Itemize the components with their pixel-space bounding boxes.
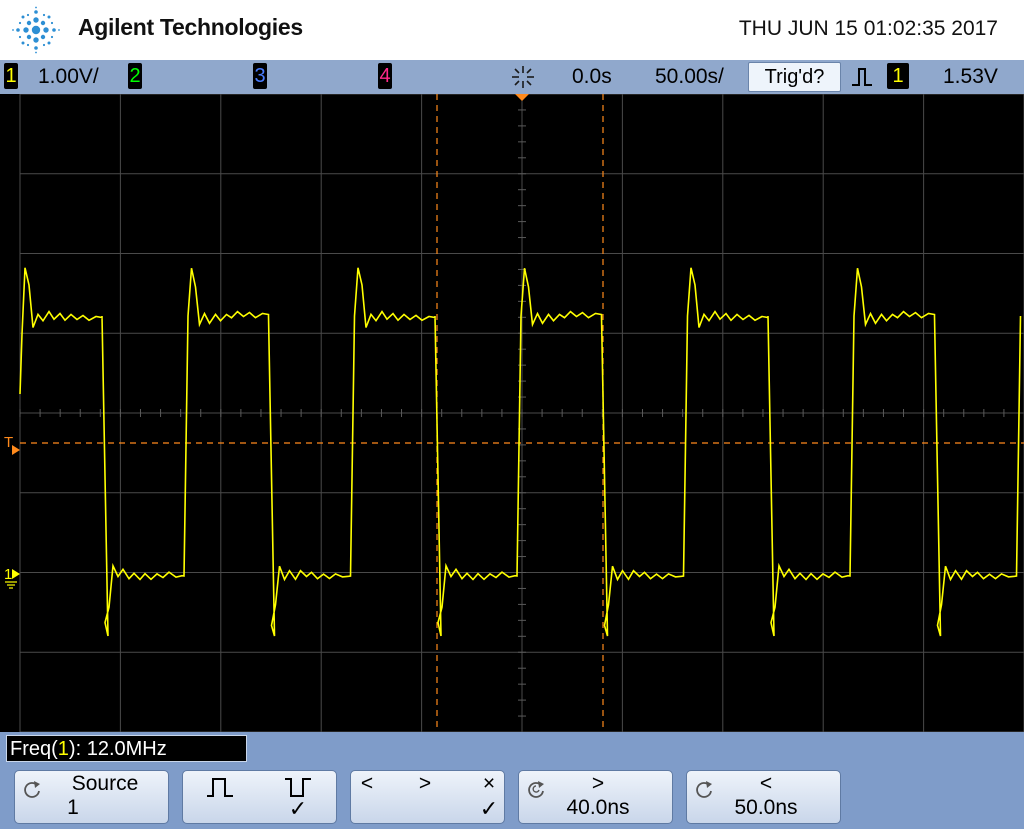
less-than-label: < [759,772,773,795]
time-scale: 50.00s/ [655,65,724,88]
measurement-channel: 1 [57,738,69,760]
trigger-arrow-icon [12,445,20,455]
greater-than-time-softkey[interactable]: > 40.0ns [518,770,673,824]
channel-3-indicator[interactable]: 3 [253,63,267,89]
slope-softkey[interactable]: ✓ [182,770,337,824]
trigger-position-marker [515,94,529,101]
range-option: × [482,772,496,795]
measurement-value: 12.0MHz [86,738,167,760]
channel-1-scale: 1.00V/ [38,65,99,88]
softkey-bar: Freq(1): 12.0MHz Source 1 ✓ < > × ✓ > 40… [0,732,1024,829]
agilent-logo-icon [12,6,60,54]
status-bar: 1 1.00V/ 2 3 4 0.0s 50.00s/ Trig'd? 1 1.… [0,60,1024,94]
ground-marker: 1 [4,566,12,583]
waveform-display: T 1 [0,94,1024,732]
channel-1-indicator[interactable]: 1 [4,63,18,89]
negative-pulse-icon [285,778,311,797]
trigger-level: 1.53V [943,65,998,88]
circular-arrow-icon [528,781,544,798]
less-than-option: < [360,772,374,795]
trigger-status: Trig'd? [748,62,841,92]
range-option-check: ✓ [479,796,499,821]
greater-than-time: 40.0ns [566,796,630,819]
ground-arrow-icon [12,569,20,579]
trigger-source[interactable]: 1 [887,63,909,89]
positive-pulse-icon [207,778,233,797]
circular-arrow-icon [24,781,40,798]
date-time: THU JUN 15 01:02:35 2017 [738,17,998,40]
rising-edge-icon [852,68,872,86]
trigger-marker: T [4,434,13,451]
qualifier-softkey[interactable]: < > × ✓ [350,770,505,824]
channel-4-indicator[interactable]: 4 [378,63,392,89]
header: Agilent Technologies THU JUN 15 01:02:35… [0,0,1024,60]
frequency-measurement: Freq(1): 12.0MHz [6,735,247,762]
greater-than-label: > [591,772,605,795]
measurement-label: Freq( [10,738,58,760]
brand-name: Agilent Technologies [78,14,303,40]
channel-1-trace [19,267,1022,637]
negative-pulse-check: ✓ [288,796,308,821]
time-delay: 0.0s [572,65,612,88]
starburst-icon [512,66,534,88]
source-value: 1 [67,796,79,819]
source-softkey[interactable]: Source 1 [14,770,169,824]
less-than-time: 50.0ns [734,796,798,819]
measurement-suffix: ): [68,738,87,760]
channel-2-indicator[interactable]: 2 [128,63,142,89]
source-label: Source [71,772,139,795]
less-than-time-softkey[interactable]: < 50.0ns [686,770,841,824]
greater-than-option: > [418,772,432,795]
circular-arrow-icon [696,781,712,798]
